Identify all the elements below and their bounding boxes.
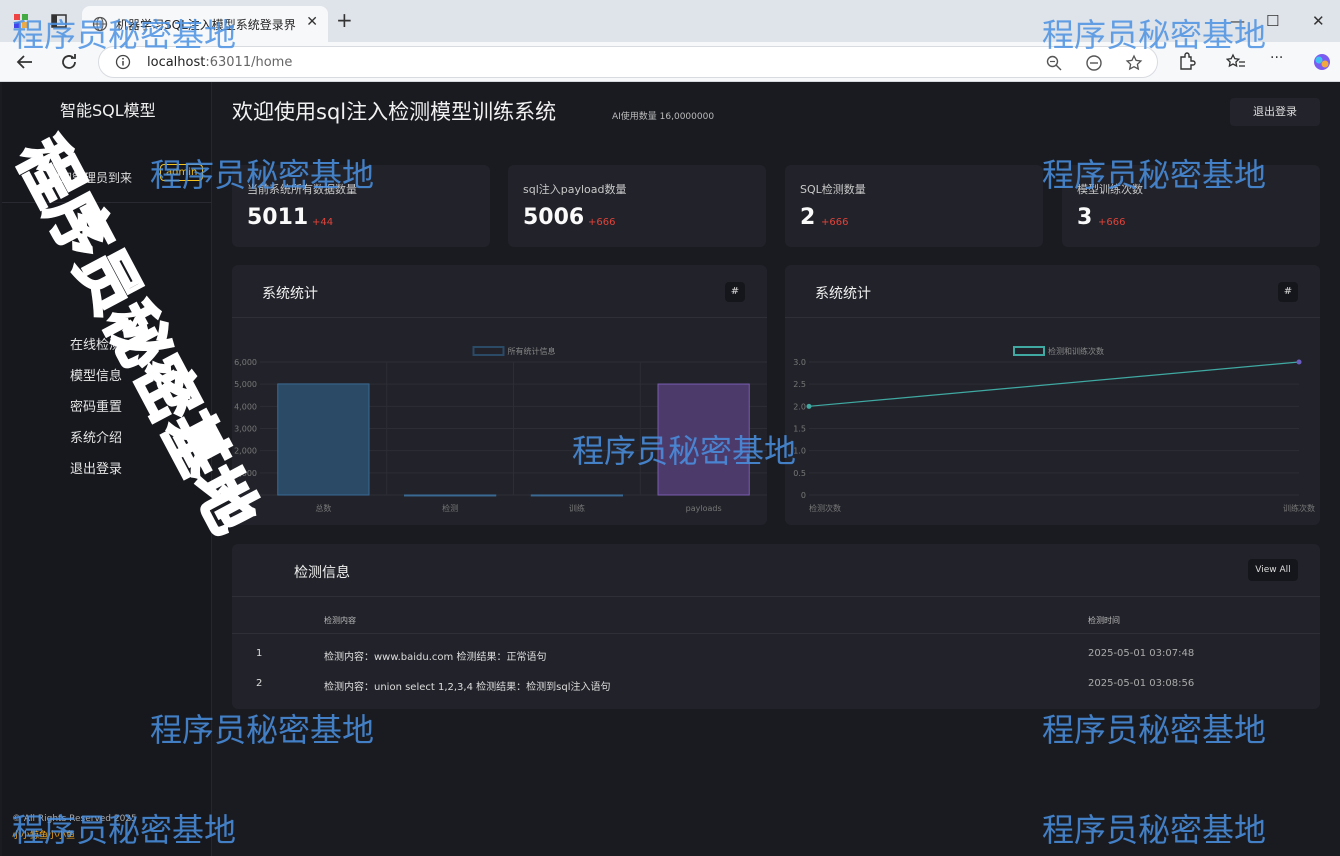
stat-delta: +666 (588, 217, 616, 228)
stat-card-payload: sql注入payload数量 5006 +666 (508, 165, 766, 247)
row-id: 2 (256, 678, 263, 689)
table-title: 检测信息 (294, 565, 350, 581)
y-tick-label: 2.0 (793, 402, 806, 411)
zoom-icon[interactable] (1045, 54, 1063, 72)
bar-chart: 所有统计信息01,0002,0003,0004,0005,0006,000总数检… (234, 346, 767, 513)
stat-label: sql注入payload数量 (523, 183, 627, 196)
ai-usage-count: AI使用数量 16,0000000 (612, 112, 715, 122)
url-field[interactable]: localhost:63011/home (98, 46, 1158, 78)
stat-value: 5011 (247, 205, 309, 230)
page-title: 欢迎使用sql注入检测模型训练系统 (232, 100, 557, 124)
sidebar-item-logout[interactable]: 退出登录 (70, 458, 122, 489)
chart-panel-right: 系统统计 # 检测和训练次数 0 0.5 1.0 1.5 2.0 2.5 3.0 检测次数 训练次… (785, 265, 1320, 525)
stat-delta: +666 (821, 217, 849, 228)
column-header-content: 检测内容 (324, 616, 356, 625)
panel-menu-button[interactable]: # (725, 282, 745, 302)
panel-title: 系统统计 (815, 286, 871, 302)
x-tick-label: 总数 (315, 503, 331, 513)
watermark: 程序员秘密基地 (1042, 16, 1267, 54)
y-tick-label: 4,000 (234, 402, 257, 411)
row-time: 2025-05-01 03:08:56 (1088, 678, 1195, 689)
legend-swatch (1013, 346, 1045, 356)
row-id: 1 (256, 648, 263, 659)
row-content: 检测内容：union select 1,2,3,4 检测结果：检测到sql注入语… (324, 682, 611, 693)
x-tick-label: 检测次数 (809, 503, 841, 513)
copilot-icon[interactable] (1312, 52, 1332, 72)
stat-value: 3 (1077, 205, 1093, 230)
y-tick-label: 2.5 (793, 380, 806, 389)
legend-label: 检测和训练次数 (1048, 346, 1104, 356)
y-tick-label: 5,000 (234, 380, 257, 389)
panel-menu-button[interactable]: # (1278, 282, 1298, 302)
panel-divider (232, 317, 767, 318)
stat-label: SQL检测数量 (800, 183, 866, 196)
reader-icon[interactable] (1085, 54, 1103, 72)
maximize-icon[interactable]: ☐ (1266, 12, 1279, 30)
watermark: 程序员秘密基地 (12, 16, 237, 54)
brand-title: 智能SQL模型 (60, 101, 156, 120)
stat-value: 5006 (523, 205, 585, 230)
view-all-button[interactable]: View All (1248, 559, 1298, 581)
logout-button[interactable]: 退出登录 (1230, 98, 1320, 126)
y-tick-label: 6,000 (234, 358, 257, 367)
new-tab-icon[interactable]: + (336, 10, 353, 30)
data-point (806, 403, 812, 409)
x-tick-label: 训练次数 (1283, 503, 1315, 513)
detection-table-panel: 检测信息 View All 检测内容 检测时间 1 检测内容：www.baidu… (232, 544, 1320, 709)
row-content: 检测内容：www.baidu.com 检测结果：正常语句 (324, 652, 547, 663)
window-close-icon[interactable]: ✕ (1312, 12, 1325, 30)
y-tick-label: 0 (801, 491, 806, 500)
legend-label: 所有统计信息 (508, 346, 556, 356)
x-tick-label: payloads (686, 504, 722, 513)
watermark: 程序员秘密基地 (572, 432, 797, 470)
header-divider (232, 633, 1320, 634)
y-tick-label: 3.0 (793, 358, 806, 367)
tab-close-icon[interactable]: ✕ (306, 14, 318, 30)
x-tick-label: 检测 (442, 503, 458, 513)
stat-delta: +666 (1098, 217, 1126, 228)
chart-panel-left: 系统统计 # 所有统计信息 0 1,000 2,000 3,000 4,000 5,000 6… (232, 265, 767, 525)
watermark: 程序员秘密基地 (1042, 156, 1267, 194)
stat-delta: +44 (312, 217, 334, 228)
site-info-icon[interactable] (115, 54, 131, 70)
watermark: 程序员秘密基地 (12, 811, 237, 849)
data-point (1296, 359, 1302, 365)
more-options-icon[interactable]: ··· (1270, 50, 1290, 70)
row-time: 2025-05-01 03:07:48 (1088, 648, 1195, 659)
column-header-time: 检测时间 (1088, 616, 1120, 625)
watermark: 程序员秘密基地 (150, 711, 375, 749)
stat-card-detect: SQL检测数量 2 +666 (785, 165, 1043, 247)
panel-divider (785, 317, 1320, 318)
watermark: 程序员秘密基地 (1042, 711, 1267, 749)
panel-divider (232, 596, 1320, 597)
bar (277, 383, 370, 496)
bar (530, 494, 624, 497)
legend-swatch (472, 346, 505, 356)
stat-value: 2 (800, 205, 816, 230)
favorite-star-icon[interactable] (1125, 54, 1143, 72)
sidebar-item-system-intro[interactable]: 系统介绍 (70, 427, 122, 458)
panel-title: 系统统计 (262, 286, 318, 302)
url-text: localhost:63011/home (147, 55, 293, 70)
watermark: 程序员秘密基地 (1042, 811, 1267, 849)
x-tick-label: 训练 (569, 503, 585, 513)
bar (403, 494, 497, 497)
sidebar-item-password-reset[interactable]: 密码重置 (70, 396, 122, 427)
watermark: 程序员秘密基地 (150, 156, 375, 194)
line-chart: 检测和训练次数00.51.01.52.02.53.0检测次数 训练次数 (793, 346, 1315, 513)
